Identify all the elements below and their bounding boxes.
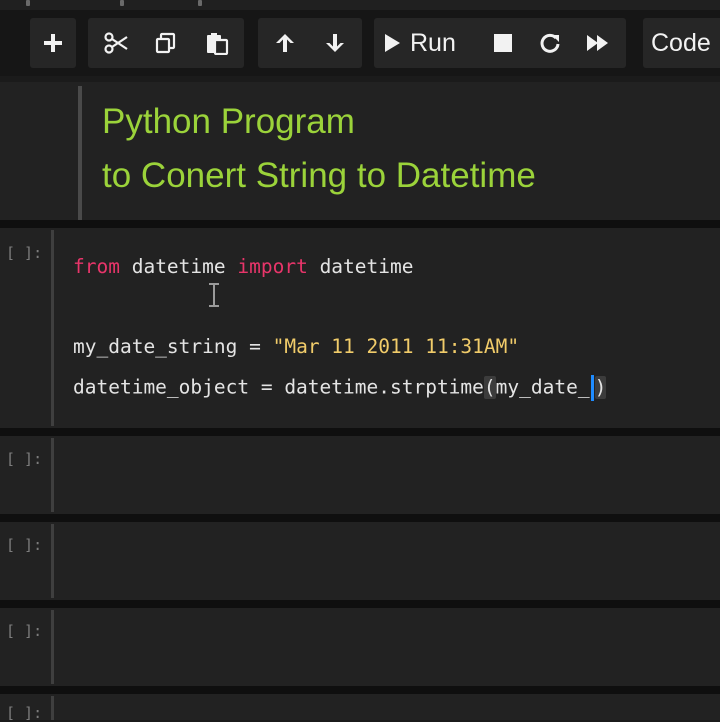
close-paren: ) xyxy=(594,375,607,399)
move-up-button[interactable] xyxy=(262,18,308,68)
move-down-button[interactable] xyxy=(312,18,358,68)
cell-type-value: Code xyxy=(651,28,711,57)
cell-prompt: [ ]: xyxy=(6,536,43,554)
restart-run-all-button[interactable] xyxy=(574,18,622,68)
cell-gutter xyxy=(51,438,54,512)
arrow-down-icon xyxy=(326,34,344,52)
open-paren: ( xyxy=(483,375,496,399)
interrupt-button[interactable] xyxy=(480,18,526,68)
copy-icon xyxy=(155,32,176,54)
markdown-cell[interactable]: Python Program to Conert String to Datet… xyxy=(0,82,720,220)
cell-separator xyxy=(0,220,720,228)
call-argument: my_date_ xyxy=(495,375,590,399)
code-line-3: datetime_object = datetime.strptime(my_d… xyxy=(73,375,607,401)
markdown-cell-bar xyxy=(78,86,82,220)
keyword-import: import xyxy=(237,255,308,278)
cell-gutter xyxy=(51,524,54,598)
insert-cell-button[interactable] xyxy=(30,18,76,68)
cell-prompt: [ ]: xyxy=(6,244,43,262)
markdown-heading-line-1: Python Program xyxy=(102,102,355,141)
notebook-toolbar: Run Code xyxy=(0,10,720,76)
string-literal: "Mar 11 2011 11:31AM" xyxy=(272,335,520,358)
call-expression: datetime_object = datetime.strptime xyxy=(73,375,484,399)
run-label: Run xyxy=(410,28,456,57)
top-tick xyxy=(120,0,124,6)
mouse-ibeam-cursor-icon xyxy=(209,283,219,307)
code-cell[interactable]: [ ]: xyxy=(0,436,720,514)
run-button[interactable]: Run xyxy=(382,18,476,68)
top-tick xyxy=(26,0,30,6)
arrow-up-icon xyxy=(276,34,294,52)
cell-type-select[interactable]: Code xyxy=(643,18,720,68)
cell-prompt: [ ]: xyxy=(6,622,43,640)
top-tick xyxy=(198,0,202,6)
copy-button[interactable] xyxy=(142,18,190,68)
paste-button[interactable] xyxy=(192,18,242,68)
import-name: datetime xyxy=(307,255,414,278)
module-name: datetime xyxy=(119,255,238,278)
cell-gutter xyxy=(51,610,54,684)
scissors-icon xyxy=(104,32,128,54)
cell-separator xyxy=(0,428,720,436)
cell-gutter xyxy=(51,230,54,426)
code-line-1: from datetime import datetime xyxy=(73,255,414,278)
text-cursor xyxy=(590,375,594,401)
cell-separator xyxy=(0,600,720,608)
cell-separator xyxy=(0,514,720,522)
fast-forward-icon xyxy=(587,35,608,51)
code-line-2: my_date_string = "Mar 11 2011 11:31AM" xyxy=(73,335,519,358)
top-strip xyxy=(0,0,720,10)
assign-var: my_date_string = xyxy=(73,335,273,358)
plus-icon xyxy=(44,34,62,52)
cell-prompt: [ ]: xyxy=(6,450,43,468)
paste-icon xyxy=(207,33,229,55)
code-cell[interactable]: [ ]: xyxy=(0,608,720,686)
markdown-heading-line-2: to Conert String to Datetime xyxy=(102,156,536,195)
cell-separator xyxy=(0,686,720,694)
code-cell[interactable]: [ ]: xyxy=(0,522,720,600)
play-icon xyxy=(385,34,400,52)
code-cell[interactable]: [ ]: xyxy=(0,694,720,722)
restart-button[interactable] xyxy=(527,18,573,68)
cut-button[interactable] xyxy=(92,18,140,68)
cell-gutter xyxy=(51,696,54,720)
stop-icon xyxy=(494,34,512,52)
restart-icon xyxy=(540,33,560,53)
cell-prompt: [ ]: xyxy=(6,704,43,722)
keyword-from: from xyxy=(73,255,120,278)
code-cell[interactable]: [ ]: from datetime import datetime my_da… xyxy=(0,228,720,428)
